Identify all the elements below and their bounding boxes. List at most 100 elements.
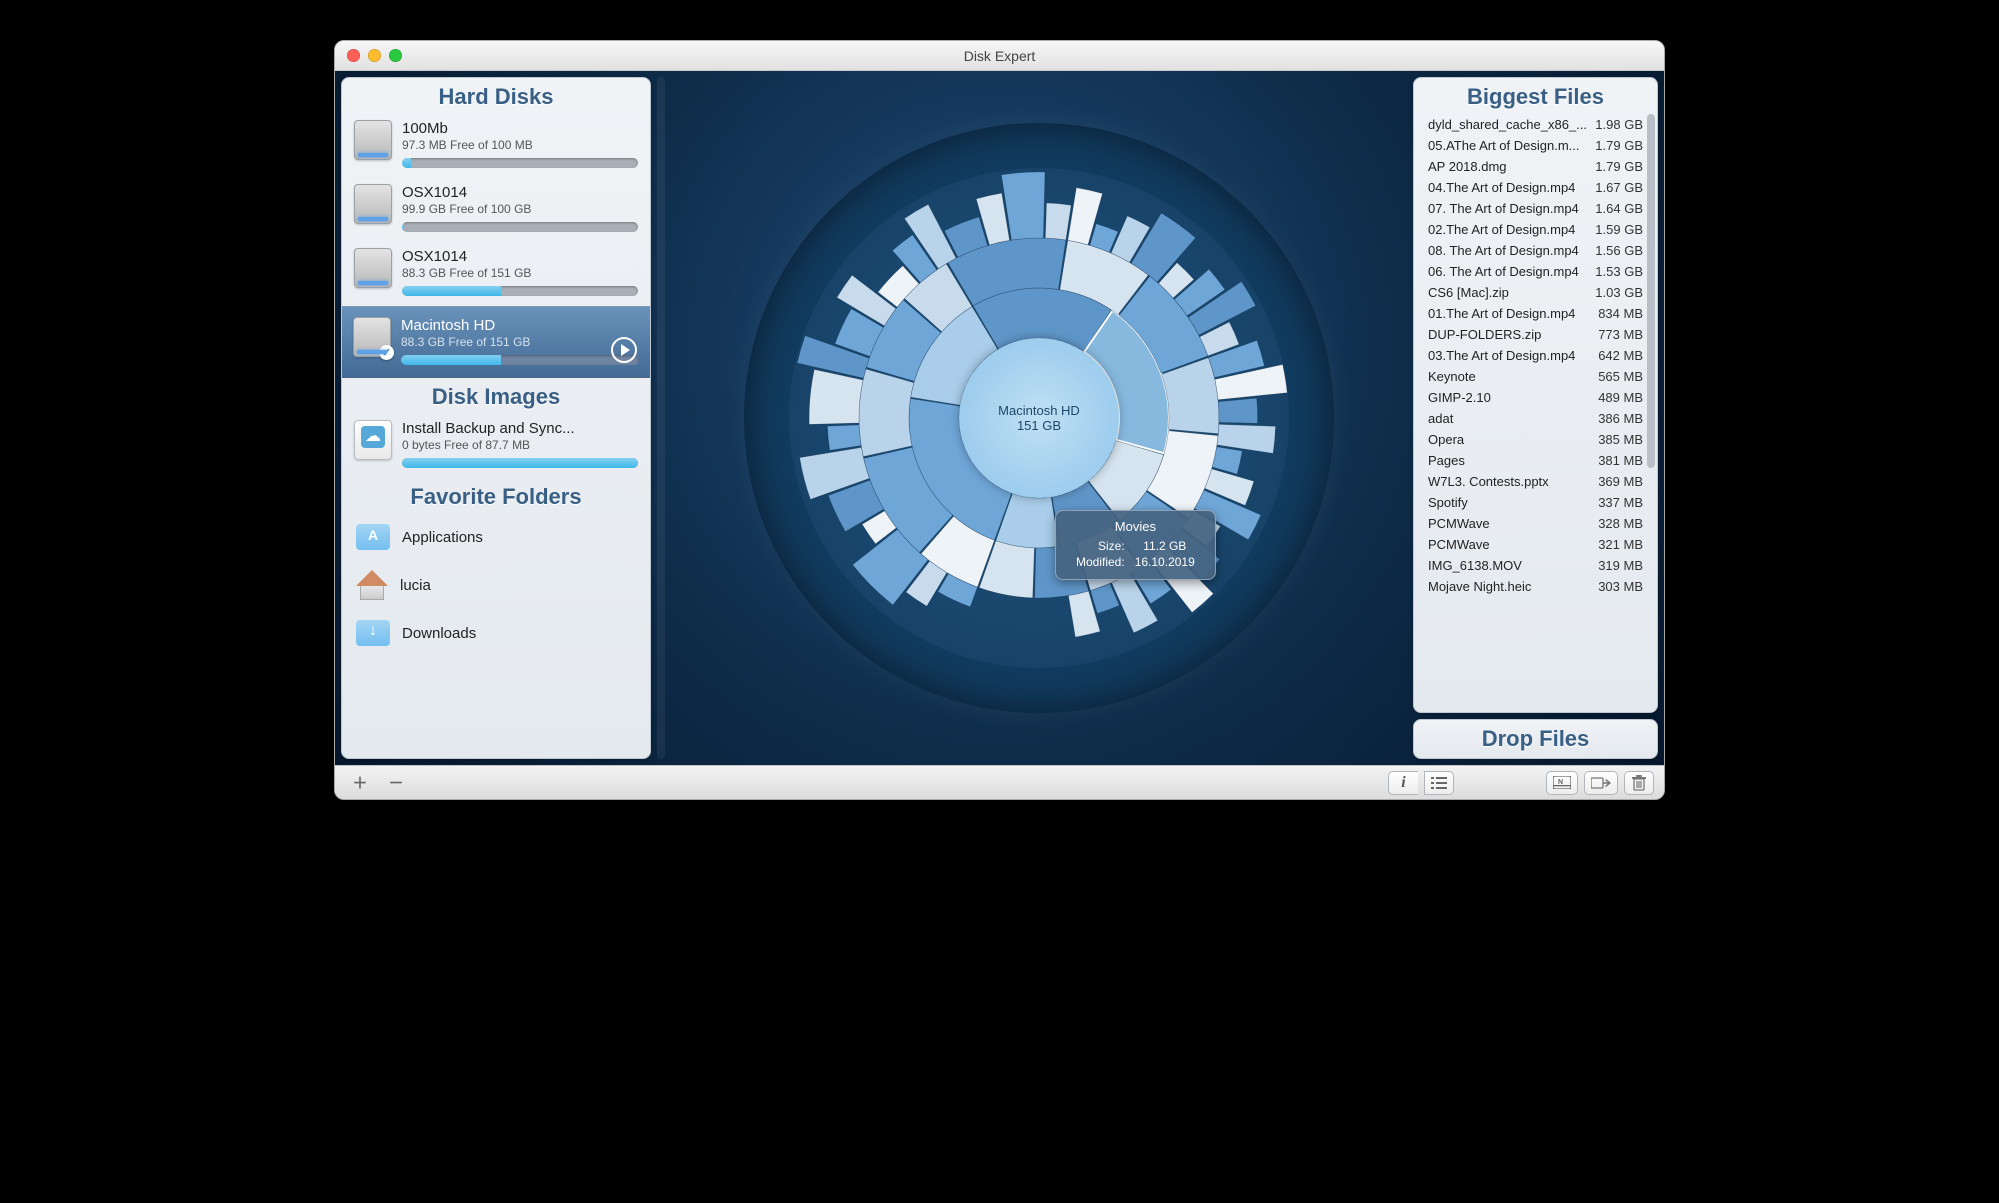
file-row[interactable]: 08. The Art of Design.mp41.56 GB — [1418, 240, 1653, 261]
file-row[interactable]: Opera 385 MB — [1418, 429, 1653, 450]
section-favorites: Favorite Folders — [342, 478, 650, 514]
disk-name: 100Mb — [402, 120, 638, 137]
folder-icon — [356, 524, 390, 550]
info-button[interactable]: i — [1388, 771, 1418, 795]
sidebar-disk[interactable]: 100Mb 97.3 MB Free of 100 MB — [342, 114, 650, 178]
sunburst-center[interactable]: Macintosh HD 151 GB — [959, 338, 1119, 498]
file-name: AP 2018.dmg — [1428, 159, 1587, 174]
close-icon[interactable] — [347, 49, 360, 62]
file-size: 303 MB — [1598, 579, 1643, 594]
file-row[interactable]: Keynote 565 MB — [1418, 366, 1653, 387]
file-size: 565 MB — [1598, 369, 1643, 384]
file-size: 1.79 GB — [1595, 159, 1643, 174]
tooltip-mod-label: Modified: — [1072, 555, 1129, 569]
sidebar-disk[interactable]: OSX1014 88.3 GB Free of 151 GB — [342, 242, 650, 306]
file-size: 773 MB — [1598, 327, 1643, 342]
favorite-label: lucia — [400, 577, 431, 594]
drop-files-button[interactable]: Drop Files — [1413, 719, 1658, 759]
minimize-icon[interactable] — [368, 49, 381, 62]
file-name: W7L3. Contests.pptx — [1428, 474, 1590, 489]
file-row[interactable]: DUP-FOLDERS.zip773 MB — [1418, 324, 1653, 345]
file-row[interactable]: Spotify337 MB — [1418, 492, 1653, 513]
disk-free-label: 99.9 GB Free of 100 GB — [402, 202, 638, 216]
list-icon — [1431, 777, 1447, 789]
file-size: 1.53 GB — [1595, 264, 1643, 279]
file-size: 1.59 GB — [1595, 222, 1643, 237]
file-row[interactable]: dyld_shared_cache_x86_...1.98 GB — [1418, 114, 1653, 135]
file-size: 319 MB — [1598, 558, 1643, 573]
finder-button[interactable]: N — [1546, 771, 1578, 795]
favorite-folder[interactable]: Downloads — [342, 610, 650, 656]
disk-free-label: 88.3 GB Free of 151 GB — [401, 335, 639, 349]
sunburst-center-name: Macintosh HD — [998, 403, 1080, 418]
trash-button[interactable] — [1624, 771, 1654, 795]
file-row[interactable]: 04.The Art of Design.mp41.67 GB — [1418, 177, 1653, 198]
app-window: Disk Expert Hard Disks 100Mb 97.3 MB Fre… — [334, 40, 1665, 800]
titlebar: Disk Expert — [335, 41, 1664, 71]
disk-usage-bar — [402, 286, 638, 296]
sidebar-scrollbar[interactable] — [657, 77, 665, 759]
trash-icon — [1632, 775, 1646, 791]
file-row[interactable]: AP 2018.dmg 1.79 GB — [1418, 156, 1653, 177]
file-row[interactable]: 01.The Art of Design.mp4834 MB — [1418, 303, 1653, 324]
disk-image-icon — [354, 420, 392, 460]
disk-free-label: 88.3 GB Free of 151 GB — [402, 266, 638, 280]
sidebar-disk[interactable]: Macintosh HD 88.3 GB Free of 151 GB — [341, 306, 651, 378]
file-row[interactable]: 06. The Art of Design.mp41.53 GB — [1418, 261, 1653, 282]
file-name: Keynote — [1428, 369, 1590, 384]
favorite-label: Downloads — [402, 625, 476, 642]
drop-files-label: Drop Files — [1482, 726, 1590, 752]
hard-disk-icon — [353, 317, 391, 357]
file-name: adat — [1428, 411, 1590, 426]
sidebar-disk[interactable]: OSX1014 99.9 GB Free of 100 GB — [342, 178, 650, 242]
file-name: PCMWave — [1428, 537, 1590, 552]
folder-icon — [356, 620, 390, 646]
sunburst-center-size: 151 GB — [1017, 418, 1061, 433]
file-name: 07. The Art of Design.mp4 — [1428, 201, 1587, 216]
file-row[interactable]: 03.The Art of Design.mp4642 MB — [1418, 345, 1653, 366]
file-name: GIMP-2.10 — [1428, 390, 1590, 405]
file-size: 328 MB — [1598, 516, 1643, 531]
hard-disk-icon — [354, 120, 392, 160]
file-size: 337 MB — [1598, 495, 1643, 510]
hard-disk-icon — [354, 248, 392, 288]
sunburst-chart[interactable]: Macintosh HD 151 GB Movies Size:11.2 GB … — [671, 77, 1407, 759]
file-size: 489 MB — [1598, 390, 1643, 405]
file-row[interactable]: Pages381 MB — [1418, 450, 1653, 471]
export-button[interactable] — [1584, 771, 1618, 795]
file-name: 04.The Art of Design.mp4 — [1428, 180, 1587, 195]
disk-usage-bar — [401, 355, 639, 365]
sidebar-disk-image[interactable]: Install Backup and Sync... 0 bytes Free … — [342, 414, 650, 478]
file-name: IMG_6138.MOV — [1428, 558, 1590, 573]
file-name: Opera — [1428, 432, 1590, 447]
list-view-button[interactable] — [1424, 771, 1454, 795]
favorite-folder[interactable]: Applications — [342, 514, 650, 560]
remove-button[interactable]: － — [381, 771, 411, 795]
tooltip-title: Movies — [1070, 519, 1201, 534]
biggest-files-panel: Biggest Files dyld_shared_cache_x86_...1… — [1413, 77, 1658, 713]
zoom-icon[interactable] — [389, 49, 402, 62]
file-row[interactable]: PCMWave328 MB — [1418, 513, 1653, 534]
file-row[interactable]: W7L3. Contests.pptx 369 MB — [1418, 471, 1653, 492]
file-row[interactable]: 05.AThe Art of Design.m...1.79 GB — [1418, 135, 1653, 156]
file-size: 369 MB — [1598, 474, 1643, 489]
file-size: 321 MB — [1598, 537, 1643, 552]
file-row[interactable]: IMG_6138.MOV 319 MB — [1418, 555, 1653, 576]
scan-play-button[interactable] — [611, 337, 637, 363]
file-row[interactable]: PCMWave 321 MB — [1418, 534, 1653, 555]
file-size: 385 MB — [1598, 432, 1643, 447]
file-row[interactable]: GIMP-2.10 489 MB — [1418, 387, 1653, 408]
folder-icon — [356, 570, 388, 600]
bottom-toolbar: ＋ － i N — [335, 765, 1664, 799]
file-row[interactable]: 02.The Art of Design.mp41.59 GB — [1418, 219, 1653, 240]
favorite-label: Applications — [402, 529, 483, 546]
favorite-folder[interactable]: lucia — [342, 560, 650, 610]
file-row[interactable]: CS6 [Mac].zip1.03 GB — [1418, 282, 1653, 303]
add-button[interactable]: ＋ — [345, 771, 375, 795]
biggest-files-scrollbar[interactable] — [1647, 114, 1655, 704]
file-row[interactable]: adat386 MB — [1418, 408, 1653, 429]
file-row[interactable]: Mojave Night.heic303 MB — [1418, 576, 1653, 597]
file-name: 03.The Art of Design.mp4 — [1428, 348, 1590, 363]
disk-name: OSX1014 — [402, 184, 638, 201]
file-row[interactable]: 07. The Art of Design.mp41.64 GB — [1418, 198, 1653, 219]
